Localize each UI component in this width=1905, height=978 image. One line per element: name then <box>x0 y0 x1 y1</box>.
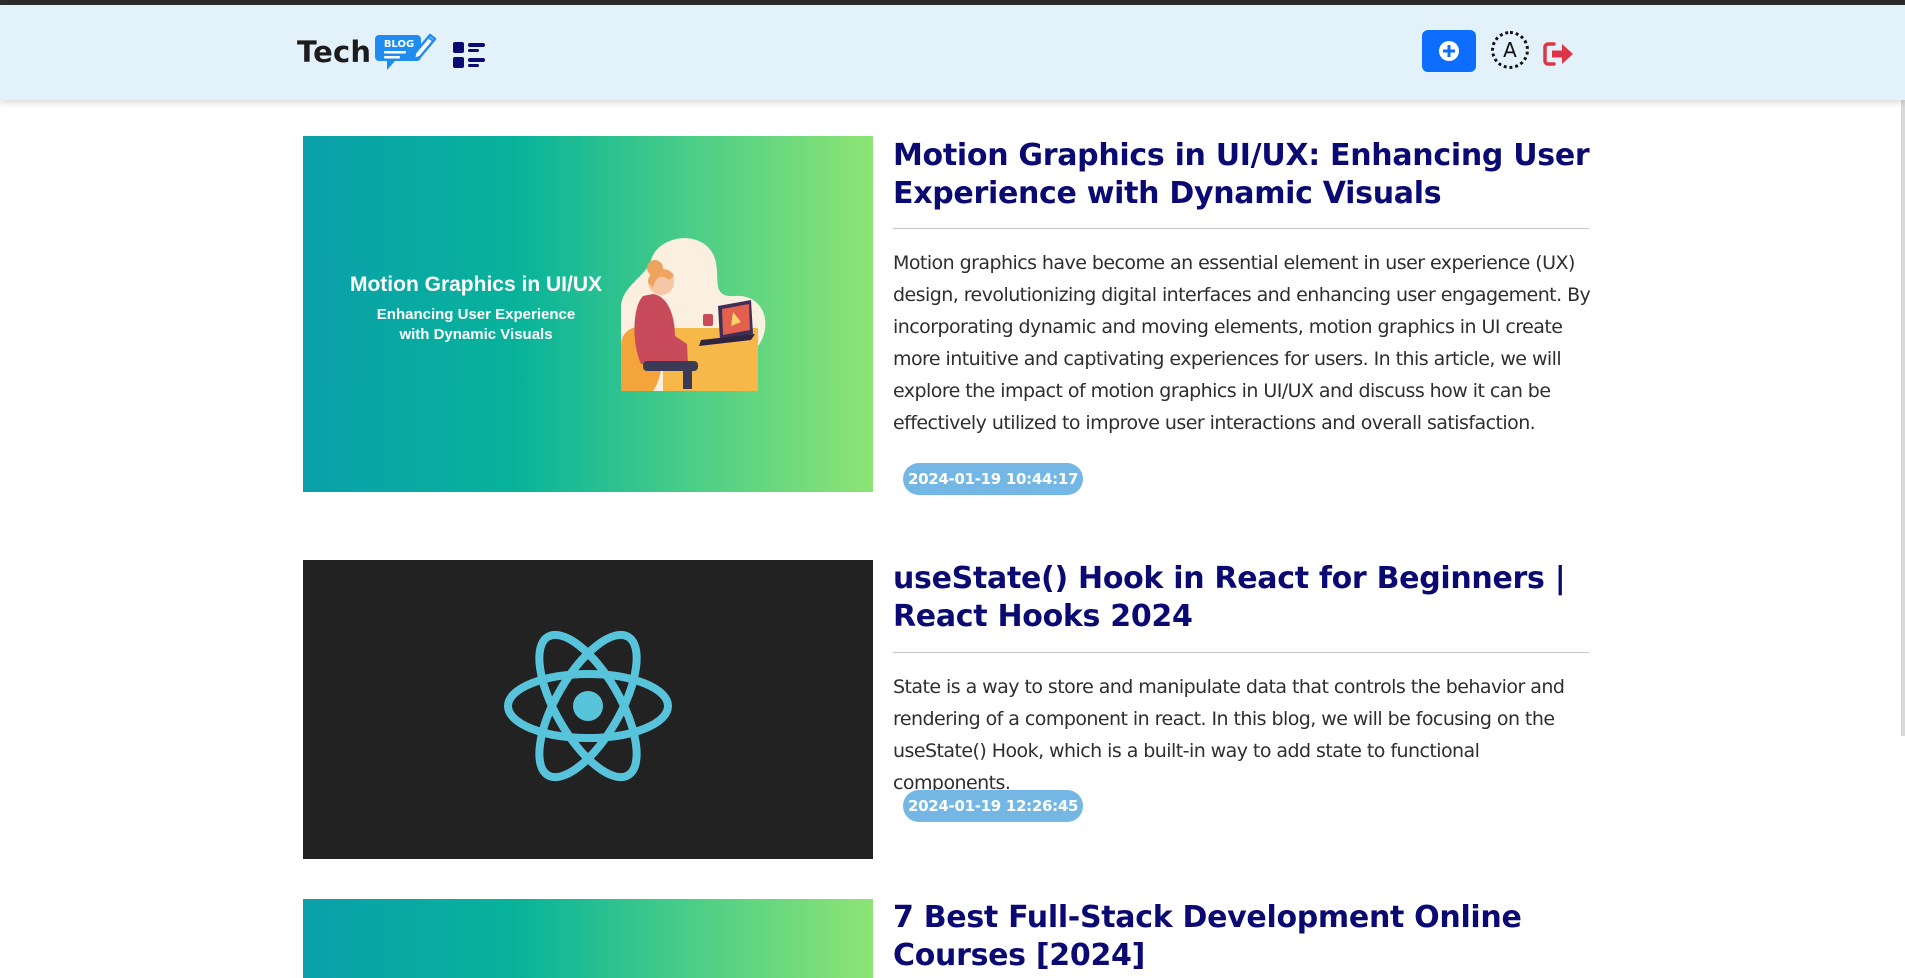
full-stack-courses-cover-image <box>303 899 873 978</box>
avatar[interactable]: A <box>1491 31 1529 69</box>
post-title[interactable]: useState() Hook in React for Beginners |… <box>893 560 1593 636</box>
post-title[interactable]: Motion Graphics in UI/UX: Enhancing User… <box>893 137 1593 213</box>
post-excerpt: State is a way to store and manipulate d… <box>893 676 1565 794</box>
navbar: Tech BLOG A <box>0 5 1905 100</box>
avatar-initial: A <box>1503 38 1517 62</box>
title-divider <box>893 228 1589 229</box>
add-post-button[interactable] <box>1422 30 1476 72</box>
cover-heading: Motion Graphics in UI/UX <box>350 273 602 296</box>
plus-circle-icon <box>1439 41 1459 61</box>
cover-subheading-1: Enhancing User Experience <box>377 306 575 323</box>
post-date-badge: 2024-01-19 10:44:17 <box>903 463 1084 495</box>
logout-icon[interactable] <box>1543 41 1575 67</box>
post-date-badge: 2024-01-19 12:26:45 <box>903 790 1084 822</box>
post-excerpt: Motion graphics have become an essential… <box>893 252 1591 434</box>
title-divider <box>893 652 1589 653</box>
post-thumbnail[interactable] <box>303 899 873 978</box>
brand-link[interactable]: Tech BLOG <box>297 29 437 75</box>
blog-logo-icon: BLOG <box>375 33 437 70</box>
react-logo-icon <box>573 691 603 721</box>
blog-badge-text: BLOG <box>384 39 414 50</box>
motion-graphics-cover-image: Motion Graphics in UI/UX Enhancing User … <box>303 136 873 492</box>
brand-text: Tech <box>297 35 372 69</box>
post-thumbnail[interactable]: Motion Graphics in UI/UX Enhancing User … <box>303 136 873 492</box>
scrollbar[interactable] <box>1901 100 1905 736</box>
list-layout-icon[interactable] <box>450 39 488 71</box>
post-thumbnail[interactable] <box>303 560 873 859</box>
post-title[interactable]: 7 Best Full-Stack Development Online Cou… <box>893 899 1593 975</box>
cover-subheading-2: with Dynamic Visuals <box>398 326 552 343</box>
react-logo-cover-image <box>303 560 873 859</box>
